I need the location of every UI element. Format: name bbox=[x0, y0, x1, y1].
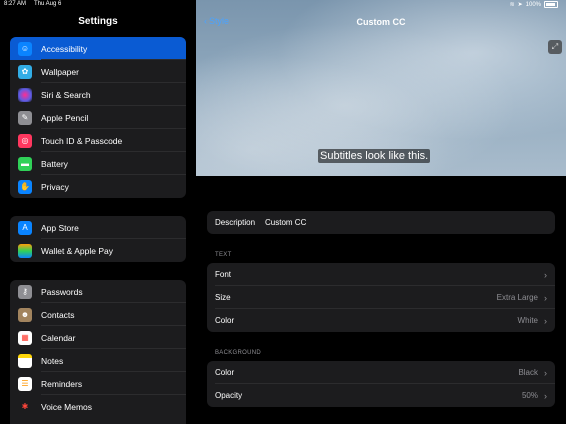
hand-icon: ✋ bbox=[18, 179, 32, 194]
sidebar-item-label: Accessibility bbox=[41, 43, 88, 54]
sidebar-item-label: App Store bbox=[41, 222, 79, 233]
calendar-icon: ▦ bbox=[18, 330, 32, 345]
text-card: Font › Size Extra Large › Color White › bbox=[207, 263, 555, 332]
battery-percent: 100% bbox=[525, 1, 541, 8]
sidebar-item-label: Calendar bbox=[41, 332, 76, 343]
sidebar: Settings ☺ Accessibility ✿ Wallpaper Sir… bbox=[0, 0, 196, 424]
sidebar-item-label: Wallet & Apple Pay bbox=[41, 245, 113, 256]
background-color-value: Black bbox=[518, 368, 538, 377]
chevron-right-icon: › bbox=[544, 390, 547, 401]
opacity-row[interactable]: Opacity 50% › bbox=[207, 384, 555, 407]
sidebar-item-label: Wallpaper bbox=[41, 66, 79, 77]
sidebar-item-wallpaper[interactable]: ✿ Wallpaper bbox=[10, 60, 186, 83]
chevron-right-icon: › bbox=[544, 315, 547, 326]
status-time: 8:27 AM bbox=[4, 1, 27, 7]
sidebar-item-accessibility[interactable]: ☺ Accessibility bbox=[10, 37, 186, 60]
sidebar-item-reminders[interactable]: ☰ Reminders bbox=[10, 372, 186, 395]
expand-icon[interactable]: ⤢ bbox=[548, 40, 562, 54]
app-store-icon: A bbox=[18, 220, 32, 235]
size-label: Size bbox=[215, 293, 231, 302]
text-section-header: TEXT bbox=[215, 252, 232, 258]
chevron-right-icon: › bbox=[544, 269, 547, 280]
background-card: Color Black › Opacity 50% › bbox=[207, 361, 555, 407]
sidebar-item-apple-pencil[interactable]: ✎ Apple Pencil bbox=[10, 106, 186, 129]
wallpaper-icon: ✿ bbox=[18, 64, 32, 79]
wallet-icon bbox=[18, 243, 32, 258]
sidebar-item-contacts[interactable]: ☻ Contacts bbox=[10, 303, 186, 326]
sidebar-item-label: Battery bbox=[41, 158, 68, 169]
size-row[interactable]: Size Extra Large › bbox=[207, 286, 555, 309]
size-value: Extra Large bbox=[496, 293, 538, 302]
wifi-icon: ≋ bbox=[509, 2, 515, 8]
status-bar: 8:27 AM Thu Aug 6 ≋ ➤ 100% bbox=[0, 0, 566, 10]
sidebar-item-app-store[interactable]: A App Store bbox=[10, 216, 186, 239]
opacity-value: 50% bbox=[521, 391, 538, 400]
battery-status-icon bbox=[544, 1, 558, 8]
fingerprint-icon: ◎ bbox=[18, 133, 32, 148]
background-color-label: Color bbox=[215, 368, 235, 377]
sidebar-item-passwords[interactable]: ⚷ Passwords bbox=[10, 280, 186, 303]
detail-pane: ‹ Style Custom CC ⤢ Subtitles look like … bbox=[196, 0, 566, 424]
preview-subtitle: Subtitles look like this. bbox=[318, 149, 431, 163]
sidebar-item-label: Siri & Search bbox=[41, 89, 91, 100]
chevron-right-icon: › bbox=[544, 292, 547, 303]
sidebar-item-label: Notes bbox=[41, 355, 64, 366]
sidebar-item-privacy[interactable]: ✋ Privacy bbox=[10, 175, 186, 198]
opacity-label: Opacity bbox=[215, 391, 243, 400]
voice-memos-icon: ✱ bbox=[18, 399, 32, 414]
font-row[interactable]: Font › bbox=[207, 263, 555, 286]
background-color-row[interactable]: Color Black › bbox=[207, 361, 555, 384]
key-icon: ⚷ bbox=[18, 284, 32, 299]
sidebar-item-label: Apple Pencil bbox=[41, 112, 89, 123]
status-right: ≋ ➤ 100% bbox=[510, 1, 558, 8]
sidebar-item-label: Touch ID & Passcode bbox=[41, 135, 123, 146]
sidebar-group-1: ☺ Accessibility ✿ Wallpaper Siri & Searc… bbox=[10, 37, 186, 198]
sidebar-group-2: A App Store Wallet & Apple Pay bbox=[10, 216, 186, 262]
sidebar-item-voice-memos[interactable]: ✱ Voice Memos bbox=[10, 395, 186, 418]
sidebar-item-label: Privacy bbox=[41, 181, 69, 192]
sidebar-item-touch-id[interactable]: ◎ Touch ID & Passcode bbox=[10, 129, 186, 152]
reminders-icon: ☰ bbox=[18, 376, 32, 391]
sidebar-group-3: ⚷ Passwords ☻ Contacts ▦ Calendar Notes … bbox=[10, 280, 186, 424]
siri-icon bbox=[18, 87, 32, 102]
sidebar-item-label: Reminders bbox=[41, 378, 83, 389]
text-color-label: Color bbox=[215, 316, 235, 325]
text-color-row[interactable]: Color White › bbox=[207, 309, 555, 332]
battery-icon: ▬ bbox=[18, 156, 32, 171]
text-color-value: White bbox=[517, 316, 538, 325]
sidebar-item-label: Passwords bbox=[41, 286, 83, 297]
sidebar-item-battery[interactable]: ▬ Battery bbox=[10, 152, 186, 175]
status-date: Thu Aug 6 bbox=[34, 1, 62, 7]
sidebar-item-wallet[interactable]: Wallet & Apple Pay bbox=[10, 239, 186, 262]
description-row[interactable]: Description Custom CC bbox=[207, 211, 555, 234]
sidebar-item-notes[interactable]: Notes bbox=[10, 349, 186, 372]
chevron-right-icon: › bbox=[544, 367, 547, 378]
accessibility-icon: ☺ bbox=[18, 41, 32, 56]
description-card: Description Custom CC bbox=[207, 211, 555, 234]
page-title: Custom CC bbox=[356, 17, 406, 27]
caption-preview: ‹ Style Custom CC ⤢ Subtitles look like … bbox=[196, 0, 566, 176]
sidebar-item-label: Voice Memos bbox=[41, 401, 93, 412]
pencil-icon: ✎ bbox=[18, 110, 32, 125]
location-icon: ➤ bbox=[517, 2, 523, 8]
sidebar-item-label: Contacts bbox=[41, 309, 75, 320]
description-label: Description bbox=[215, 218, 256, 227]
description-value[interactable]: Custom CC bbox=[265, 218, 306, 227]
sidebar-item-siri[interactable]: Siri & Search bbox=[10, 83, 186, 106]
font-label: Font bbox=[215, 270, 232, 279]
contacts-icon: ☻ bbox=[18, 307, 32, 322]
notes-icon bbox=[18, 353, 32, 368]
background-section-header: BACKGROUND bbox=[215, 350, 262, 356]
sidebar-title: Settings bbox=[78, 16, 118, 27]
sidebar-item-calendar[interactable]: ▦ Calendar bbox=[10, 326, 186, 349]
